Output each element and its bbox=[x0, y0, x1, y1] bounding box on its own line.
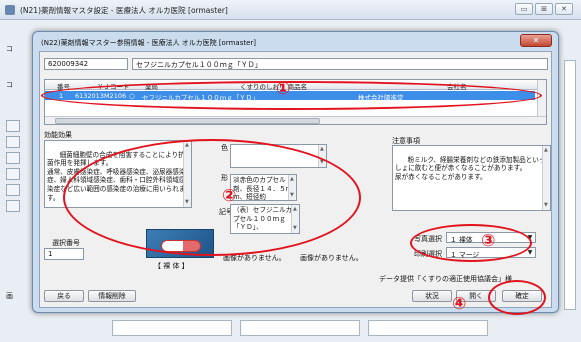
table-horizontal-scrollbar[interactable] bbox=[45, 116, 546, 124]
bg-scroll-panel bbox=[564, 60, 576, 310]
delete-info-button[interactable]: 情報削除 bbox=[88, 290, 136, 302]
status-button[interactable]: 状況 bbox=[412, 290, 452, 302]
bg-button[interactable] bbox=[6, 184, 20, 196]
table-vertical-scrollbar[interactable] bbox=[537, 80, 546, 118]
dialog-close-button[interactable]: ✕ bbox=[520, 34, 552, 47]
caution-textarea[interactable]: 粉ミルク、経腸栄養剤などの鉄添加製品といっしょに飲むと便が赤くなることがあります… bbox=[392, 145, 551, 211]
select-no-label: 選択番号 bbox=[52, 239, 80, 247]
bg-label: コ bbox=[6, 81, 13, 89]
select-no-field[interactable]: 1 bbox=[44, 248, 84, 260]
annotation-ring-2 bbox=[63, 139, 361, 256]
drug-code-field[interactable]: 620009342 bbox=[44, 58, 128, 70]
annotation-ring-1 bbox=[41, 81, 542, 110]
annotation-ring-4 bbox=[488, 280, 546, 315]
annotation-number-4: ④ bbox=[452, 294, 467, 314]
drug-name-field[interactable]: セフジニルカプセル１００ｍｇ「ＹＤ」 bbox=[132, 58, 548, 70]
annotation-number-1: ① bbox=[276, 79, 291, 99]
no-image-text: 画像がありません。 bbox=[300, 254, 363, 262]
bg-button[interactable] bbox=[6, 200, 20, 212]
bg-panel bbox=[240, 320, 360, 336]
bg-button[interactable] bbox=[6, 120, 20, 132]
caution-text: 粉ミルク、経腸栄養剤などの鉄添加製品といっしょに飲むと便が赤くなることがあります… bbox=[395, 155, 546, 181]
annotation-number-2: ② bbox=[222, 186, 237, 206]
app-icon bbox=[5, 5, 15, 15]
maximize-button[interactable]: ⊞ bbox=[535, 3, 553, 15]
outer-titlebar: (N21)薬剤情報マスタ設定 - 医療法人 オルカ医院 [ormaster] ▭… bbox=[0, 0, 581, 20]
annotation-ring-3 bbox=[410, 224, 532, 262]
dialog-titlebar: (N22)薬剤情報マスター参照情報 - 医療法人 オルカ医院 [ormaster… bbox=[33, 32, 558, 50]
efficacy-label: 効能効果 bbox=[44, 131, 72, 139]
outer-window-title: (N21)薬剤情報マスタ設定 - 医療法人 オルカ医院 [ormaster] bbox=[20, 6, 228, 15]
minimize-button[interactable]: ▭ bbox=[515, 3, 533, 15]
bg-button[interactable] bbox=[6, 152, 20, 164]
annotation-number-3: ③ bbox=[481, 231, 496, 251]
image-caption: 【 裸 体 】 bbox=[154, 262, 189, 270]
data-provider-text: データ提供「くすりの適正使用協議会」様 bbox=[379, 275, 512, 283]
bg-panel bbox=[112, 320, 232, 336]
bg-button[interactable] bbox=[6, 168, 20, 180]
dialog-title: (N22)薬剤情報マスター参照情報 - 医療法人 オルカ医院 [ormaster… bbox=[41, 39, 257, 47]
bg-button[interactable] bbox=[6, 136, 20, 148]
bg-panel bbox=[368, 320, 488, 336]
scroll-thumb[interactable] bbox=[55, 118, 320, 124]
bg-label: 画 bbox=[6, 292, 13, 300]
bg-label: コ bbox=[6, 45, 13, 53]
close-window-button[interactable]: ✕ bbox=[555, 3, 573, 15]
caution-scrollbar[interactable]: ▲ ▼ bbox=[542, 146, 550, 210]
back-button[interactable]: 戻る bbox=[44, 290, 84, 302]
window-controls: ▭ ⊞ ✕ bbox=[515, 3, 573, 15]
